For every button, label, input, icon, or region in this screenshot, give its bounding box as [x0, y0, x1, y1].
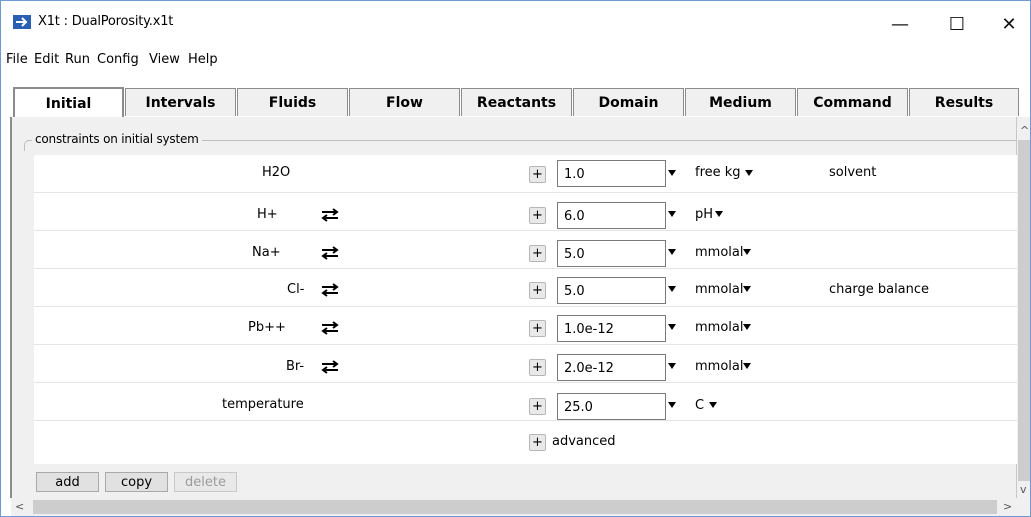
- unit-dropdown-arrow[interactable]: [709, 402, 717, 408]
- scroll-up-icon[interactable]: ^: [1020, 124, 1029, 137]
- unit-dropdown-arrow[interactable]: [743, 249, 751, 255]
- tab-reactants[interactable]: Reactants: [461, 88, 572, 116]
- swap-icon[interactable]: [321, 321, 339, 335]
- tab-initial[interactable]: Initial: [13, 87, 124, 118]
- unit-dropdown-arrow[interactable]: [743, 286, 751, 292]
- value-dropdown-arrow[interactable]: [668, 211, 676, 217]
- species-label[interactable]: Br-: [286, 359, 304, 374]
- unit-select[interactable]: mmolal: [695, 359, 743, 374]
- constraint-row-br-minus: Br- + 2.0e-12 mmolal: [34, 345, 1017, 383]
- unit-dropdown-arrow[interactable]: [743, 324, 751, 330]
- window-title: X1t : DualPorosity.x1t: [38, 14, 174, 29]
- advanced-row: + advanced: [34, 421, 1017, 459]
- unit-select[interactable]: mmolal: [695, 320, 743, 335]
- expand-button[interactable]: +: [529, 398, 546, 415]
- horizontal-scroll-thumb[interactable]: [33, 500, 997, 514]
- tab-fluids[interactable]: Fluids: [237, 88, 348, 116]
- value-input[interactable]: 1.0: [557, 160, 666, 187]
- species-label[interactable]: temperature: [222, 397, 304, 412]
- vertical-scroll-thumb[interactable]: [1018, 140, 1030, 481]
- scroll-right-icon[interactable]: >: [1003, 500, 1012, 513]
- species-label[interactable]: H2O: [262, 165, 290, 180]
- tab-bar: Initial Intervals Fluids Flow Reactants …: [11, 87, 1021, 118]
- value-dropdown-arrow[interactable]: [668, 402, 676, 408]
- constraint-note: solvent: [829, 165, 877, 180]
- value-input[interactable]: 5.0: [557, 277, 666, 304]
- unit-dropdown-arrow[interactable]: [715, 211, 723, 217]
- tab-flow[interactable]: Flow: [349, 88, 460, 116]
- delete-button: delete: [174, 472, 237, 492]
- expand-button[interactable]: +: [529, 207, 546, 224]
- app-icon: [13, 15, 31, 29]
- value-dropdown-arrow[interactable]: [668, 324, 676, 330]
- tab-domain[interactable]: Domain: [573, 88, 684, 116]
- constraint-row-h2o: H2O + 1.0 free kg solvent: [34, 155, 1017, 193]
- menu-config[interactable]: Config: [97, 52, 139, 67]
- species-label[interactable]: H+: [257, 207, 278, 222]
- constraint-row-pb-plus-plus: Pb++ + 1.0e-12 mmolal: [34, 307, 1017, 345]
- value-input[interactable]: 2.0e-12: [557, 354, 666, 381]
- unit-select[interactable]: free kg: [695, 165, 741, 180]
- swap-icon[interactable]: [321, 283, 339, 297]
- menu-file[interactable]: File: [6, 52, 28, 67]
- tab-results[interactable]: Results: [909, 88, 1019, 116]
- advanced-label[interactable]: advanced: [552, 434, 616, 449]
- scroll-left-icon[interactable]: <: [15, 500, 24, 513]
- species-label[interactable]: Cl-: [287, 282, 304, 297]
- unit-dropdown-arrow[interactable]: [745, 170, 753, 176]
- value-input[interactable]: 6.0: [557, 202, 666, 229]
- scroll-down-icon[interactable]: v: [1020, 483, 1027, 496]
- species-label[interactable]: Pb++: [248, 320, 286, 335]
- group-box-corner: [24, 140, 31, 151]
- constraint-row-cl-minus: Cl- + 5.0 mmolal charge balance: [34, 269, 1017, 307]
- swap-icon[interactable]: [321, 208, 339, 222]
- species-label[interactable]: Na+: [252, 245, 281, 260]
- unit-select[interactable]: C: [695, 398, 704, 413]
- tab-medium[interactable]: Medium: [685, 88, 796, 116]
- maximize-button[interactable]: ☐: [934, 9, 980, 39]
- close-button[interactable]: ✕: [986, 9, 1030, 39]
- constraint-row-h-plus: H+ + 6.0 pH: [34, 193, 1017, 231]
- minimize-button[interactable]: —: [877, 9, 923, 39]
- title-bar: X1t : DualPorosity.x1t — ☐ ✕: [1, 1, 1030, 45]
- menu-edit[interactable]: Edit: [34, 52, 59, 67]
- constraint-row-temperature: temperature + 25.0 C: [34, 383, 1017, 421]
- advanced-expand-button[interactable]: +: [529, 434, 546, 451]
- value-dropdown-arrow[interactable]: [668, 249, 676, 255]
- value-input[interactable]: 5.0: [557, 240, 666, 267]
- tab-intervals[interactable]: Intervals: [125, 88, 236, 116]
- value-dropdown-arrow[interactable]: [668, 363, 676, 369]
- constraint-row-na-plus: Na+ + 5.0 mmolal: [34, 231, 1017, 269]
- menu-help[interactable]: Help: [188, 52, 218, 67]
- value-input[interactable]: 25.0: [557, 393, 666, 420]
- expand-button[interactable]: +: [529, 166, 546, 183]
- expand-button[interactable]: +: [529, 320, 546, 337]
- unit-dropdown-arrow[interactable]: [743, 363, 751, 369]
- copy-button[interactable]: copy: [105, 472, 168, 492]
- unit-select[interactable]: mmolal: [695, 245, 743, 260]
- add-button[interactable]: add: [36, 472, 99, 492]
- expand-button[interactable]: +: [529, 282, 546, 299]
- menu-bar: File Edit Run Config View Help: [1, 50, 1030, 70]
- unit-select[interactable]: mmolal: [695, 282, 743, 297]
- unit-select[interactable]: pH: [695, 207, 713, 222]
- expand-button[interactable]: +: [529, 245, 546, 262]
- group-box-title: constraints on initial system: [32, 132, 202, 146]
- value-dropdown-arrow[interactable]: [668, 286, 676, 292]
- swap-icon[interactable]: [321, 360, 339, 374]
- value-input[interactable]: 1.0e-12: [557, 315, 666, 342]
- value-dropdown-arrow[interactable]: [668, 170, 676, 176]
- tab-command[interactable]: Command: [797, 88, 908, 116]
- app-window: X1t : DualPorosity.x1t — ☐ ✕ File Edit R…: [0, 0, 1031, 517]
- swap-icon[interactable]: [321, 246, 339, 260]
- constraint-note: charge balance: [829, 282, 930, 297]
- expand-button[interactable]: +: [529, 359, 546, 376]
- menu-view[interactable]: View: [149, 52, 180, 67]
- menu-run[interactable]: Run: [65, 52, 90, 67]
